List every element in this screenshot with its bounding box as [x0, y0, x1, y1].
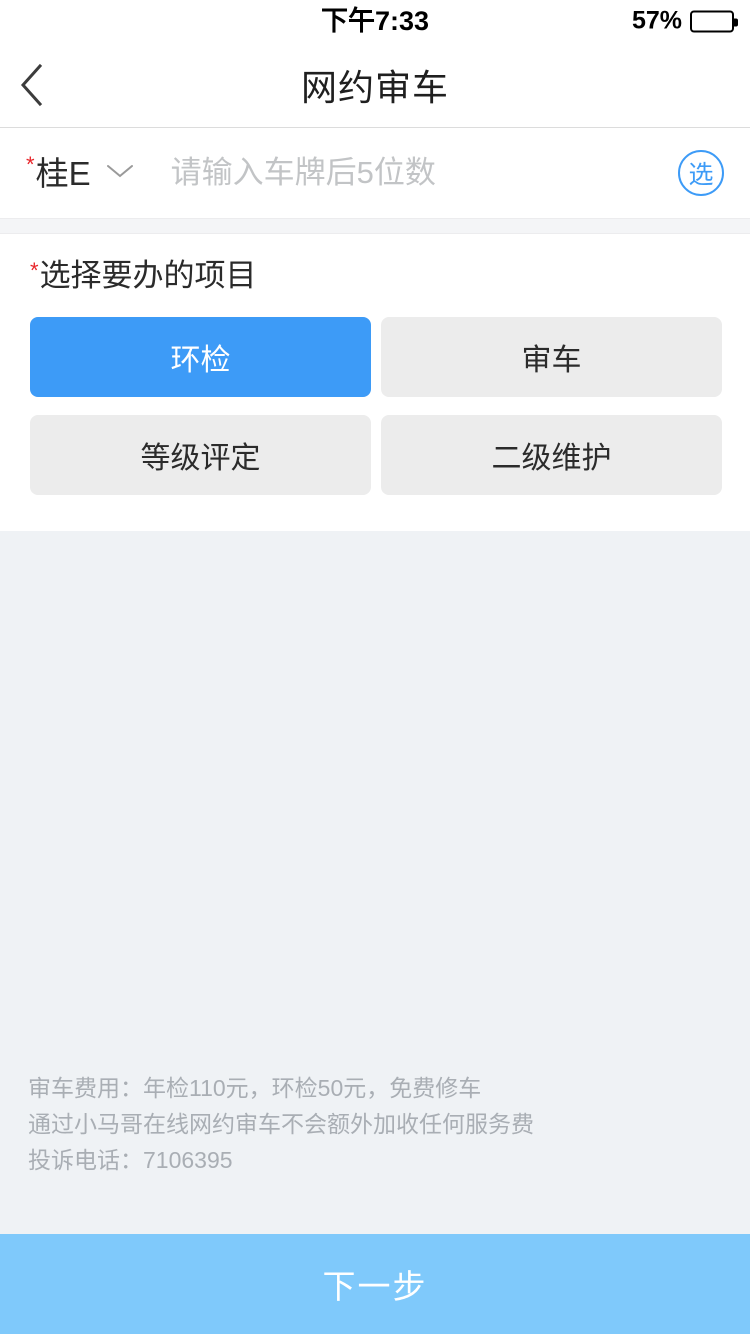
plate-input-row: * 桂E 选 [0, 128, 750, 218]
project-selection-card: *选择要办的项目 环检 审车 等级评定 二级维护 [0, 234, 750, 531]
pick-plate-button[interactable]: 选 [678, 150, 724, 196]
footer-notes: 审车费用：年检110元，环检50元，免费修车 通过小马哥在线网约审车不会额外加收… [0, 1070, 750, 1200]
battery-percent-label: 57% [631, 6, 682, 35]
footer-note-complaint-phone: 投诉电话：7106395 [28, 1147, 233, 1173]
battery-icon [690, 10, 738, 32]
province-prefix-label: 桂E [35, 154, 91, 192]
section-separator [0, 218, 750, 234]
status-bar-right-cluster: 57% [631, 6, 738, 35]
next-step-button[interactable]: 下一步 [0, 1234, 750, 1334]
footer-note-fees: 审车费用：年检110元，环检50元，免费修车 [28, 1075, 482, 1101]
project-option-dengjipingding[interactable]: 等级评定 [30, 415, 371, 495]
province-prefix-selector[interactable]: * 桂E [26, 152, 135, 192]
chevron-down-icon [105, 162, 135, 185]
content-filler [0, 531, 750, 1334]
required-marker: * [26, 152, 35, 177]
nav-header: 网约审车 [0, 42, 750, 128]
project-options-grid: 环检 审车 等级评定 二级维护 [30, 317, 722, 495]
status-bar: 下午7:33 57% [0, 0, 750, 42]
chevron-left-icon [20, 63, 43, 106]
footer-note-no-extra-fee: 通过小马哥在线网约审车不会额外加收任何服务费 [28, 1111, 534, 1137]
back-button[interactable] [18, 42, 88, 127]
project-option-huanjian[interactable]: 环检 [30, 317, 371, 397]
next-step-label: 下一步 [322, 1268, 428, 1305]
page-title: 网约审车 [300, 66, 449, 108]
required-marker: * [30, 258, 39, 283]
status-bar-time: 下午7:33 [320, 5, 430, 36]
project-option-erjiweihu[interactable]: 二级维护 [381, 415, 722, 495]
project-option-shenche[interactable]: 审车 [381, 317, 722, 397]
plate-number-input[interactable] [170, 155, 668, 191]
project-section-label: *选择要办的项目 [30, 258, 720, 293]
project-section-label-text: 选择要办的项目 [39, 258, 257, 293]
